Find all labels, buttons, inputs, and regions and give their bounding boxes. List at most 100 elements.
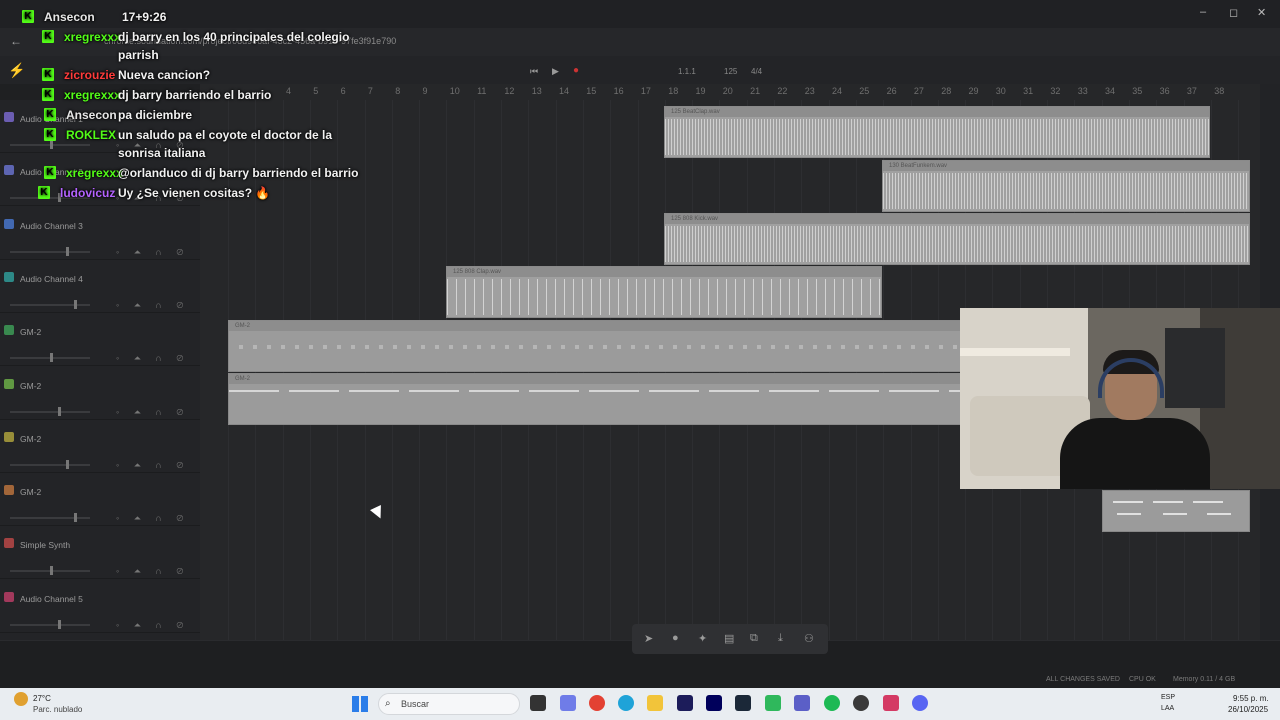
track-name[interactable]: Audio Channel 4 <box>20 274 83 284</box>
track-name[interactable]: GM-2 <box>20 487 41 497</box>
volume-fader[interactable] <box>10 299 90 309</box>
track-name[interactable]: Audio Channel 3 <box>20 221 83 231</box>
track-controls[interactable]: ◦ ⏶ ∩ ⊘ <box>116 620 189 631</box>
track-name[interactable]: Simple Synth <box>20 540 70 550</box>
track-row[interactable]: Audio Channel 4 ◦ ⏶ ∩ ⊘ <box>0 260 200 313</box>
clock-date[interactable]: 26/10/2025 <box>1228 705 1268 714</box>
kick-badge-icon: K <box>44 108 56 121</box>
copilot-icon[interactable] <box>560 695 576 711</box>
obs-icon[interactable] <box>853 695 869 711</box>
record-icon[interactable]: ● <box>573 65 579 76</box>
track-controls[interactable]: ◦ ⏶ ∩ ⊘ <box>116 300 189 311</box>
track-name[interactable]: GM-2 <box>20 434 41 444</box>
library-icon[interactable]: ▤ <box>724 632 734 645</box>
chat-text: pa diciembre <box>118 108 193 122</box>
close-icon[interactable]: ✕ <box>1257 6 1266 19</box>
ai-icon[interactable]: ✦ <box>698 632 707 645</box>
task-view-icon[interactable] <box>530 695 546 711</box>
track-row[interactable]: GM-2 ◦ ⏶ ∩ ⊘ <box>0 313 200 367</box>
track-color-swatch <box>4 112 14 122</box>
track-controls[interactable]: ◦ ⏶ ∩ ⊘ <box>116 460 189 471</box>
track-row[interactable]: Audio Channel 5 ◦ ⏶ ∩ ⊘ <box>0 580 200 633</box>
track-row[interactable]: GM-2 ◦ ⏶ ∩ ⊘ <box>0 473 200 527</box>
chat-username[interactable]: ROKLEX <box>66 126 116 144</box>
clip-808-kick[interactable]: 125 808 Kick.wav <box>664 213 1250 265</box>
track-color-swatch <box>4 378 14 389</box>
chat-username[interactable]: ludovicuz <box>60 184 115 202</box>
clip-gm2-melody[interactable]: GM-2 <box>228 320 988 372</box>
file-explorer-icon[interactable] <box>647 695 663 711</box>
clip-808-clap[interactable]: 125 808 Clap.wav <box>446 266 882 318</box>
volume-fader[interactable] <box>10 619 90 629</box>
track-controls[interactable]: ◦ ⏶ ∩ ⊘ <box>116 247 189 258</box>
clip-beatfunkem[interactable]: 130 BeatFunkem.wav <box>882 160 1250 212</box>
edge-icon[interactable] <box>618 695 634 711</box>
back-icon[interactable]: ← <box>10 34 22 48</box>
chat-username[interactable]: xregrexxx <box>66 164 123 182</box>
bpm-display[interactable]: 125 <box>724 67 737 76</box>
minimize-icon[interactable]: – <box>1200 6 1206 18</box>
language-indicator[interactable]: ESP <box>1161 694 1175 701</box>
track-row[interactable]: GM-2 ◦ ⏶ ∩ ⊘ <box>0 367 200 420</box>
track-controls[interactable]: ◦ ⏶ ∩ ⊘ <box>116 353 189 364</box>
play-icon[interactable]: ▶ <box>552 66 559 77</box>
keyboard-layout[interactable]: LAA <box>1161 705 1174 712</box>
clip-label: GM-2 <box>229 321 987 331</box>
clip-gm2-bass[interactable]: GM-2 <box>228 373 988 425</box>
volume-fader[interactable] <box>10 513 90 523</box>
chrome-icon[interactable] <box>589 695 605 711</box>
teams-icon[interactable] <box>794 695 810 711</box>
chat-username[interactable]: xregrexxx <box>64 86 121 104</box>
audition-icon[interactable] <box>706 695 722 711</box>
track-color-swatch <box>4 485 14 496</box>
skip-back-icon[interactable]: ⏮ <box>530 66 538 77</box>
collab-icon[interactable]: ⚇ <box>804 632 814 645</box>
chat-username[interactable]: zicrouzie <box>64 66 115 84</box>
volume-fader[interactable] <box>10 566 90 576</box>
ruler-bar-number: 21 <box>750 86 761 96</box>
weather-temperature[interactable]: 27°C <box>33 694 51 703</box>
volume-fader[interactable] <box>10 459 90 469</box>
volume-fader[interactable] <box>10 140 90 149</box>
taskbar-search[interactable] <box>378 693 520 715</box>
clock-time[interactable]: 9:55 p. m. <box>1233 694 1269 703</box>
clip-midi-right[interactable] <box>1102 490 1250 532</box>
steam-icon[interactable] <box>735 695 751 711</box>
pointer-icon[interactable]: ➤ <box>644 632 653 645</box>
clip-beatclap[interactable]: 125 BeatClap.wav <box>664 106 1210 158</box>
track-name[interactable]: Audio Channel 5 <box>20 594 83 604</box>
weather-description[interactable]: Parc. nublado <box>33 705 82 714</box>
premiere-icon[interactable] <box>677 695 693 711</box>
track-row[interactable]: Simple Synth ◦ ⏶ ∩ ⊘ <box>0 526 200 580</box>
chat-text: dj barry en los 40 principales del coleg… <box>118 30 350 62</box>
kick-badge-icon: K <box>42 88 54 101</box>
xbox-icon[interactable] <box>765 695 781 711</box>
track-controls[interactable]: ◦ ⏶ ∩ ⊘ <box>116 513 189 524</box>
weather-icon[interactable] <box>14 692 28 706</box>
track-row[interactable]: GM-2 ◦ ⏶ ∩ ⊘ <box>0 420 200 473</box>
chat-username[interactable]: xregrexxx <box>64 28 121 46</box>
track-name[interactable]: GM-2 <box>20 381 41 391</box>
volume-fader[interactable] <box>10 353 90 363</box>
download-icon[interactable]: ⤓ <box>778 632 783 645</box>
tiktok-icon[interactable] <box>883 695 899 711</box>
windows-start-icon[interactable] <box>352 696 368 712</box>
track-row[interactable]: Audio Channel 3 ◦ ⏶ ∩ ⊘ <box>0 207 200 260</box>
chat-username[interactable]: Ansecon <box>44 8 95 26</box>
mic-icon[interactable]: ● <box>672 632 679 644</box>
track-name[interactable]: GM-2 <box>20 327 41 337</box>
volume-fader[interactable] <box>10 406 90 416</box>
spotify-icon[interactable] <box>824 695 840 711</box>
track-controls[interactable]: ◦ ⏶ ∩ ⊘ <box>116 566 189 577</box>
time-signature-display[interactable]: 4/4 <box>751 67 762 76</box>
maximize-icon[interactable]: ◻ <box>1229 6 1238 19</box>
volume-fader[interactable] <box>10 246 90 256</box>
ruler-bar-number: 35 <box>1132 86 1143 96</box>
ruler-bar-number: 29 <box>968 86 979 96</box>
soundation-logo-icon[interactable]: ⚡ <box>8 62 25 79</box>
track-controls[interactable]: ◦ ⏶ ∩ ⊘ <box>116 407 189 418</box>
chat-username[interactable]: Ansecon <box>66 106 117 124</box>
export-icon[interactable]: ⧉ <box>750 632 758 645</box>
discord-icon[interactable] <box>912 695 928 711</box>
kick-badge-icon: K <box>42 68 54 81</box>
